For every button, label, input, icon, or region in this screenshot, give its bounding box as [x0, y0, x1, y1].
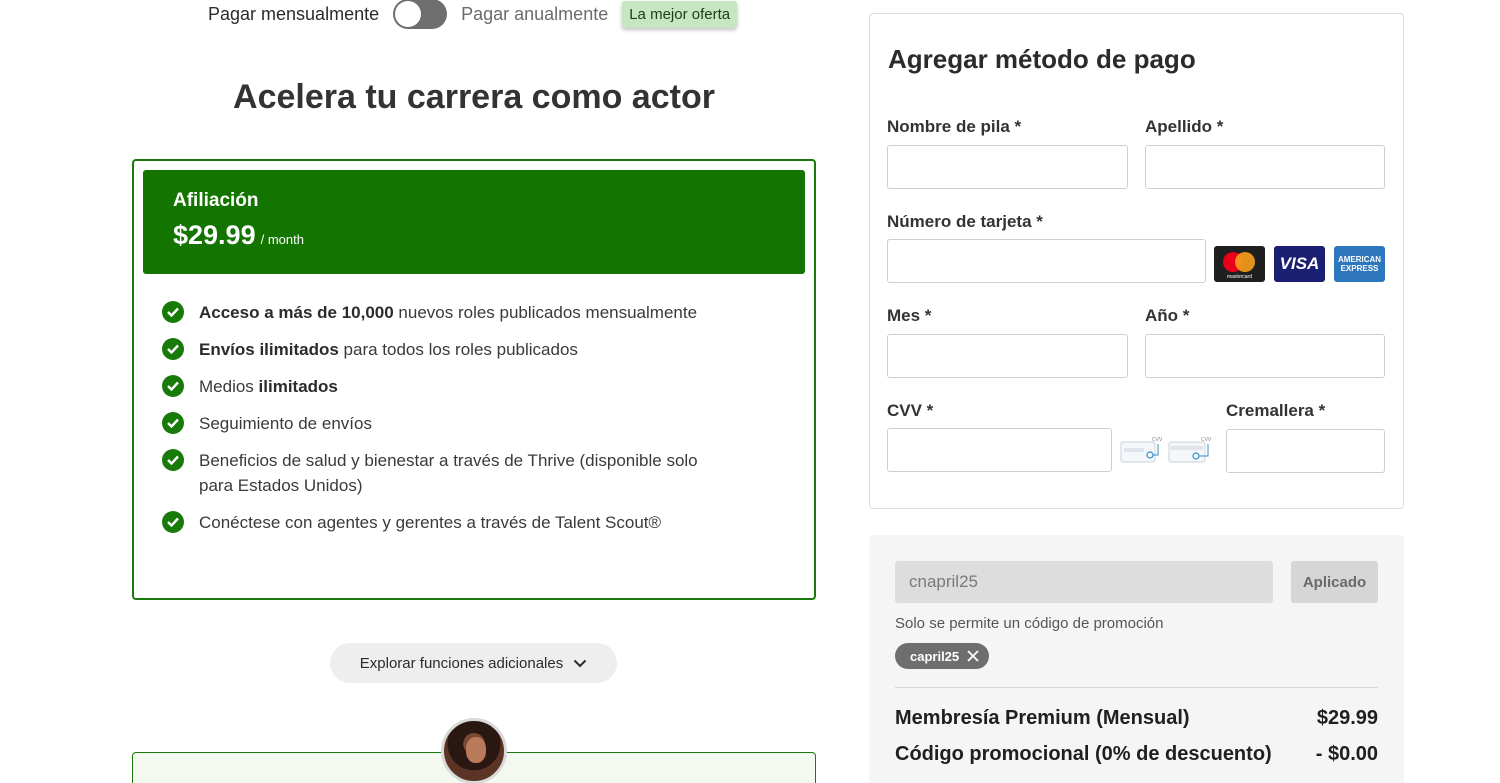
summary-line-membership: Membresía Premium (Mensual) $29.99 [895, 707, 1378, 730]
feature-item: Medios ilimitados [162, 374, 722, 399]
summary-divider [895, 687, 1378, 688]
plan-card: Afiliación $29.99 / month Acceso a más d… [132, 159, 816, 600]
month-input[interactable] [887, 334, 1128, 378]
summary-line-label: Código promocional (0% de descuento) [895, 743, 1272, 765]
feature-item: Acceso a más de 10,000 nuevos roles publ… [162, 300, 722, 325]
pay-monthly-label[interactable]: Pagar mensualmente [208, 4, 379, 25]
feature-item: Beneficios de salud y bienestar a través… [162, 448, 722, 498]
first-name-input[interactable] [887, 145, 1128, 189]
order-summary: Aplicado Solo se permite un código de pr… [869, 535, 1404, 783]
promo-note: Solo se permite un código de promoción [895, 615, 1164, 632]
svg-text:CVV: CVV [1201, 437, 1212, 443]
billing-toggle-row: Pagar mensualmente Pagar anualmente La m… [208, 0, 738, 29]
zip-input[interactable] [1226, 429, 1385, 473]
check-circle-icon [162, 511, 184, 533]
month-label: Mes * [887, 306, 932, 325]
check-circle-icon [162, 375, 184, 397]
applied-promo-chip: capril25 [895, 643, 990, 669]
last-name-input[interactable] [1145, 145, 1385, 189]
testimonial-avatar [441, 718, 507, 783]
feature-text: Acceso a más de 10,000 nuevos roles publ… [199, 303, 698, 322]
mastercard-logo-icon: mastercard [1214, 246, 1265, 282]
payment-title: Agregar método de pago [888, 44, 1196, 74]
explore-features-button[interactable]: Explorar funciones adicionales [330, 643, 617, 683]
check-circle-icon [162, 449, 184, 471]
page-headline: Acelera tu carrera como actor [233, 78, 715, 116]
feature-item: Envíos ilimitados para todos los roles p… [162, 337, 722, 362]
close-icon[interactable] [967, 650, 979, 662]
cvv-location-icon: CVV CVV [1120, 436, 1212, 464]
plan-header: Afiliación $29.99 / month [143, 170, 805, 274]
summary-line-label: Membresía Premium (Mensual) [895, 707, 1190, 729]
feature-text: Envíos ilimitados para todos los roles p… [199, 340, 578, 359]
summary-line-promo: Código promocional (0% de descuento) - $… [895, 743, 1378, 766]
chevron-down-icon [573, 655, 587, 672]
best-offer-badge: La mejor oferta [622, 0, 738, 28]
feature-item: Seguimiento de envíos [162, 411, 722, 436]
avatar-face [466, 737, 486, 763]
check-circle-icon [162, 412, 184, 434]
svg-text:CVV: CVV [1152, 437, 1162, 443]
summary-line-amount: $29.99 [1316, 707, 1378, 729]
feature-list: Acceso a más de 10,000 nuevos roles publ… [162, 300, 722, 547]
plan-name: Afiliación [173, 190, 259, 211]
year-input[interactable] [1145, 334, 1385, 378]
zip-label: Cremallera * [1226, 401, 1326, 420]
check-circle-icon [162, 301, 184, 323]
promo-code-input[interactable] [895, 561, 1273, 603]
applied-promo-code: capril25 [910, 648, 960, 664]
check-circle-icon [162, 338, 184, 360]
pay-annually-label[interactable]: Pagar anualmente [461, 4, 608, 25]
amex-logo-icon: AMERICAN EXPRESS [1334, 246, 1385, 282]
plan-price: $29.99 [173, 220, 256, 250]
last-name-label: Apellido * [1145, 117, 1224, 136]
feature-item: Conéctese con agentes y gerentes a travé… [162, 510, 722, 535]
cvv-label: CVV * [887, 401, 934, 420]
card-number-input[interactable] [887, 239, 1206, 283]
summary-line-amount: - $0.00 [1315, 743, 1378, 765]
visa-logo-icon: VISA [1274, 246, 1325, 282]
billing-period-toggle[interactable] [393, 0, 448, 29]
card-number-label: Número de tarjeta * [887, 212, 1043, 231]
plan-period: / month [260, 232, 304, 247]
toggle-knob [395, 1, 422, 27]
year-label: Año * [1145, 306, 1190, 325]
cvv-input[interactable] [887, 428, 1112, 472]
feature-text: Conéctese con agentes y gerentes a travé… [199, 513, 662, 532]
first-name-label: Nombre de pila * [887, 117, 1022, 136]
plan-price-row: $29.99 / month [173, 220, 775, 251]
feature-text: Medios ilimitados [199, 377, 338, 396]
feature-text: Beneficios de salud y bienestar a través… [199, 451, 698, 495]
promo-apply-button[interactable]: Aplicado [1291, 561, 1378, 603]
explore-features-label: Explorar funciones adicionales [359, 654, 564, 672]
feature-text: Seguimiento de envíos [199, 414, 372, 433]
